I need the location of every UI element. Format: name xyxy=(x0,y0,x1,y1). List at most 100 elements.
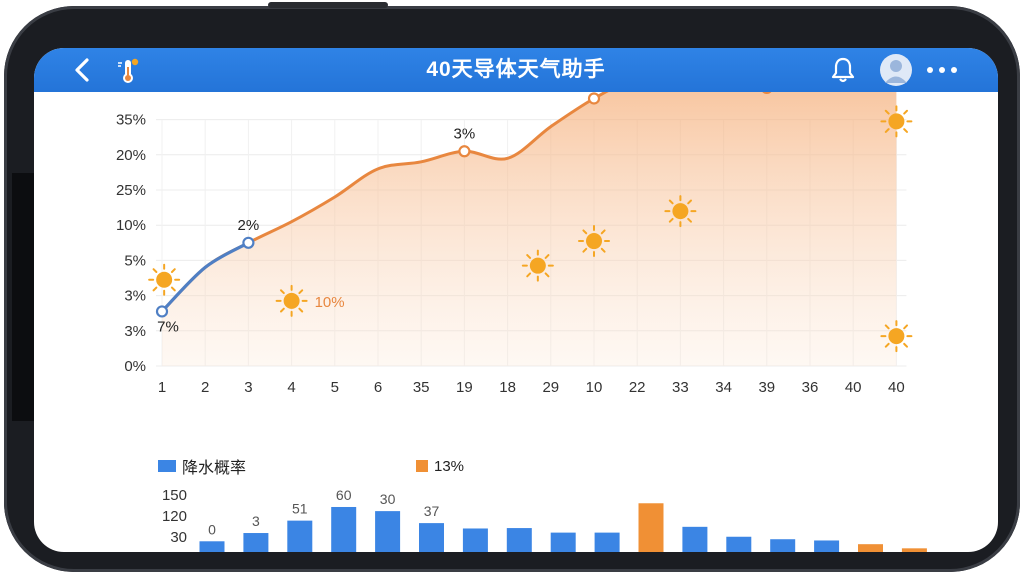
sun-disc xyxy=(672,203,689,220)
data-marker xyxy=(587,92,601,105)
avatar-icon[interactable] xyxy=(880,54,912,86)
sun-ray xyxy=(152,286,158,292)
data-marker xyxy=(155,305,169,318)
x-tick-label: 2 xyxy=(201,379,209,396)
x-tick-label: 40 xyxy=(888,379,905,396)
bar-y-tick-label: 30 xyxy=(170,529,187,546)
legend-precip: 降水概率 xyxy=(158,456,247,477)
bar-value-label: 30 xyxy=(380,491,396,507)
bar-value-label: 37 xyxy=(424,503,440,519)
sun-disc xyxy=(888,113,905,130)
sun-icon xyxy=(275,284,308,317)
data-marker xyxy=(760,81,773,95)
sun-ray xyxy=(152,268,158,273)
bar xyxy=(506,528,532,552)
data-marker xyxy=(458,145,471,158)
app-screen: 40天导体天气助手 35% 20% 25% 10% 5% 3% 3% 0% 1 2 3 4 5 6 35 19… xyxy=(34,48,998,552)
bar xyxy=(419,523,444,552)
data-marker xyxy=(242,236,255,249)
legend-orange: 13% xyxy=(416,456,464,476)
y-tick-label: 5% xyxy=(124,252,146,269)
app-header: 40天导体天气助手 xyxy=(34,48,998,92)
sun-ray xyxy=(170,286,176,292)
area-fill xyxy=(162,48,897,366)
bar-value-label: 3 xyxy=(252,513,260,529)
y-tick-label: 20% xyxy=(116,147,146,164)
legend-precip-label: 降水概率 xyxy=(182,460,247,477)
bar xyxy=(858,544,883,552)
x-tick-label: 35 xyxy=(413,379,430,396)
data-label: 3% xyxy=(454,125,476,142)
x-tick-label: 4 xyxy=(287,379,295,396)
bar xyxy=(462,528,488,552)
bar xyxy=(375,511,401,552)
bar xyxy=(814,540,840,552)
y-tick-label: 35% xyxy=(116,112,146,129)
bar xyxy=(550,532,576,552)
legend-swatch-orange xyxy=(416,460,428,472)
bar xyxy=(243,533,269,552)
data-label: 2% xyxy=(238,217,260,234)
y-tick-label: 3% xyxy=(124,323,146,340)
x-tick-label: 5 xyxy=(331,379,339,396)
x-tick-label: 19 xyxy=(456,379,473,396)
bar xyxy=(331,506,357,552)
x-tick-label: 29 xyxy=(542,379,559,396)
top-button xyxy=(268,2,388,8)
sun-annotation-label: 10% xyxy=(315,294,345,311)
legend-orange-label: 13% xyxy=(434,457,465,475)
x-tick-label: 39 xyxy=(758,379,775,396)
sun-icon xyxy=(578,225,610,258)
bar-value-label: 51 xyxy=(292,501,308,517)
data-label: 7% xyxy=(157,318,179,335)
x-tick-label: 34 xyxy=(715,379,732,396)
sun-ray xyxy=(170,268,176,273)
chart-area: 35% 20% 25% 10% 5% 3% 3% 0% 1 2 3 4 5 6 35 19 18 29 10 22 33… xyxy=(34,48,998,552)
bell-icon[interactable] xyxy=(830,56,856,84)
x-tick-label: 6 xyxy=(374,379,382,396)
x-tick-label: 18 xyxy=(499,379,516,396)
sun-icon xyxy=(148,263,181,296)
bar xyxy=(682,526,708,552)
bar-y-tick-label: 150 xyxy=(162,487,187,504)
y-tick-label: 10% xyxy=(116,217,146,234)
bar-value-label: 0 xyxy=(208,521,216,537)
y-tick-label: 3% xyxy=(124,288,146,305)
sun-ray xyxy=(903,324,909,330)
sun-ray xyxy=(903,342,909,348)
x-tick-label: 33 xyxy=(672,379,689,396)
x-tick-label: 36 xyxy=(802,379,819,396)
bar xyxy=(726,536,752,552)
legend-swatch-blue xyxy=(158,460,176,472)
bar xyxy=(287,520,313,552)
bar xyxy=(199,541,225,552)
sun-disc xyxy=(888,328,905,345)
sun-disc xyxy=(156,271,173,288)
sun-ray xyxy=(903,128,909,133)
more-icon[interactable] xyxy=(922,62,962,78)
sun-ray xyxy=(903,109,909,115)
x-tick-label: 22 xyxy=(629,379,646,396)
y-tick-label: 25% xyxy=(116,182,146,199)
sun-icon xyxy=(880,320,913,353)
x-tick-label: 40 xyxy=(845,379,862,396)
sun-disc xyxy=(529,257,546,274)
sun-disc xyxy=(283,292,300,309)
sun-icon xyxy=(521,249,554,282)
charts-svg: 35%20%25%10%5%3%3%0%1 2 3 4 5 6 35 19 18 29 10 22 33… xyxy=(116,48,927,552)
x-tick-label: 3 xyxy=(244,379,252,396)
bar-value-label: 60 xyxy=(336,487,352,503)
x-tick-label: 10 xyxy=(586,379,603,396)
bar xyxy=(594,532,620,552)
sun-disc xyxy=(586,233,602,250)
bar xyxy=(901,548,927,552)
bar xyxy=(638,503,664,552)
bar-y-tick-label: 120 xyxy=(162,508,187,525)
bar-y-tick-label: 0 xyxy=(179,549,187,552)
y-tick-label: 0% xyxy=(124,358,146,375)
phone-frame: 40天导体天气助手 35% 20% 25% 10% 5% 3% 3% 0% 1 2 3 4 5 6 35 19… xyxy=(4,2,1020,572)
sun-icon xyxy=(880,105,913,138)
bar xyxy=(770,539,796,552)
sun-icon xyxy=(664,195,697,228)
x-tick-label: 1 xyxy=(158,379,166,396)
